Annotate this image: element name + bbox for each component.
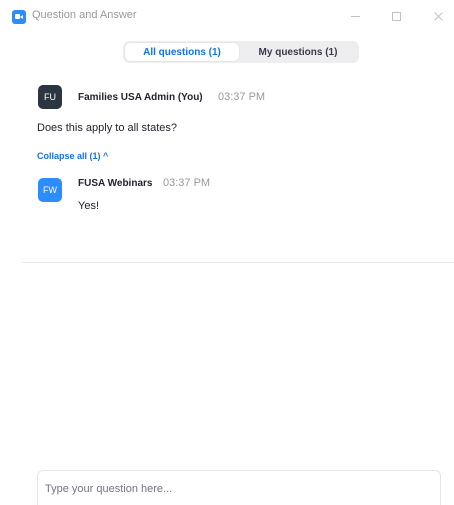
title-bar: Question and Answer bbox=[0, 0, 454, 34]
close-icon bbox=[433, 11, 444, 22]
question-tabs: All questions (1) My questions (1) bbox=[123, 41, 359, 63]
avatar: FW bbox=[38, 178, 62, 202]
tab-all-questions[interactable]: All questions (1) bbox=[125, 43, 239, 61]
maximize-button[interactable] bbox=[381, 6, 411, 26]
zoom-camera-icon bbox=[12, 10, 26, 24]
answer-author: FUSA Webinars bbox=[78, 178, 153, 189]
answer-time: 03:37 PM bbox=[163, 177, 211, 189]
close-button[interactable] bbox=[423, 6, 453, 26]
qa-window: Question and Answer All questions (1) My… bbox=[0, 0, 454, 505]
minimize-button[interactable] bbox=[340, 6, 370, 26]
avatar: FU bbox=[38, 85, 62, 109]
question-input-box bbox=[37, 470, 441, 505]
window-title: Question and Answer bbox=[32, 9, 137, 21]
collapse-all-link[interactable]: Collapse all (1) ^ bbox=[37, 151, 108, 161]
minimize-icon bbox=[350, 15, 360, 17]
question-input[interactable] bbox=[43, 482, 427, 496]
question-author: Families USA Admin (You) bbox=[78, 92, 203, 103]
tab-my-questions[interactable]: My questions (1) bbox=[239, 43, 357, 61]
maximize-icon bbox=[391, 11, 401, 21]
answer-text: Yes! bbox=[78, 200, 100, 212]
question-text: Does this apply to all states? bbox=[37, 122, 178, 134]
divider bbox=[22, 262, 454, 263]
question-time: 03:37 PM bbox=[218, 91, 266, 103]
